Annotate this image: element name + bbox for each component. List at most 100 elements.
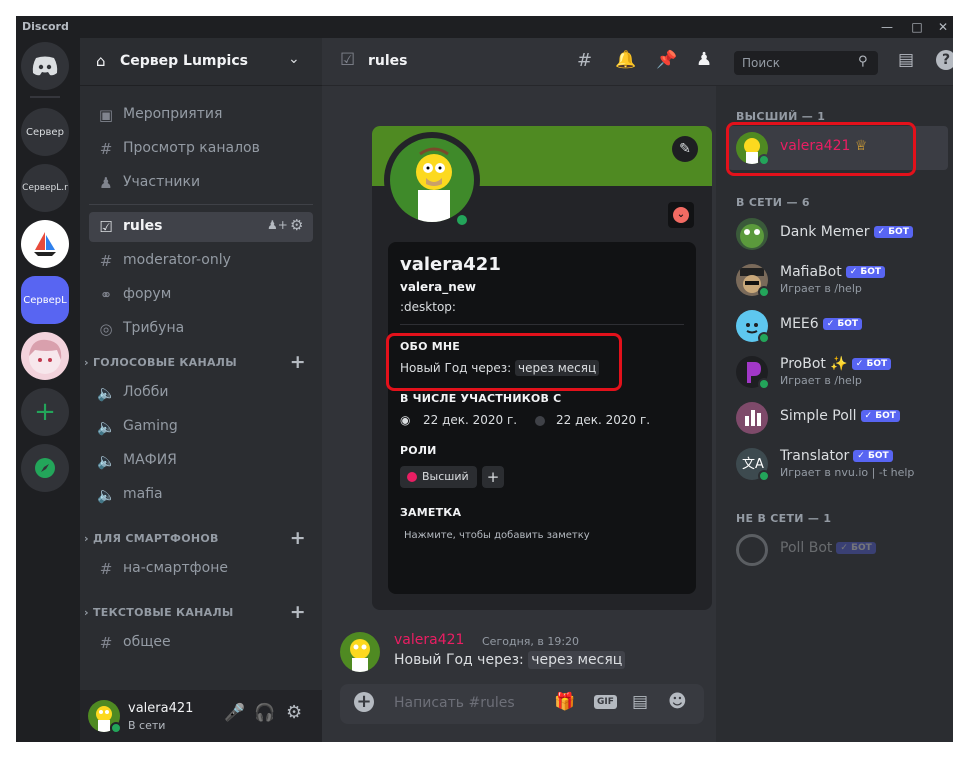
avatar <box>736 534 768 566</box>
role-pill[interactable]: Высший <box>400 466 477 488</box>
category-phones[interactable]: › ДЛЯ СМАРТФОНОВ + <box>84 527 314 550</box>
user-panel: valera421 В сети 🎤 🎧 ⚙ <box>80 690 322 742</box>
member-item-simple-poll[interactable]: Simple Poll ✓ БОТ <box>728 396 948 440</box>
emoji-icon[interactable]: ☻ <box>668 691 687 712</box>
chevron-down-icon: ⌄ <box>673 207 689 223</box>
channel-sidebar: ⌂ Сервер Lumpics ⌄ ▣ Мероприятия # Просмот… <box>80 38 322 742</box>
speaker-icon: 🔈 <box>97 452 116 470</box>
chevron-icon: › <box>84 532 89 545</box>
discord-logo-icon <box>32 56 58 76</box>
edit-profile-icon[interactable]: ✎ <box>672 136 698 162</box>
gear-icon[interactable]: ⚙ <box>290 216 303 234</box>
online-status-dot <box>110 722 122 734</box>
server-join-date: 22 дек. 2020 г. <box>556 413 651 427</box>
online-status-dot <box>758 378 770 390</box>
microphone-icon[interactable]: 🎤 <box>224 703 245 723</box>
bot-badge: ✓ БОТ <box>853 450 893 462</box>
member-item-translator[interactable]: 文A Translator ✓ БОТ Играет в nvu.io | -t … <box>728 442 948 486</box>
online-status-dot <box>758 332 770 344</box>
member-item-mafiabot[interactable]: MafiaBot ✓ БОТ Играет в /help <box>728 258 948 302</box>
voice-channel-lobby[interactable]: 🔈 Лобби <box>89 378 313 408</box>
channel-moderator-only[interactable]: # moderator-only <box>89 246 313 276</box>
member-item-poll-bot[interactable]: Poll Bot ✓ БОТ <box>728 528 948 572</box>
search-input[interactable]: Поиск ⚲ <box>734 51 878 75</box>
member-name: Dank Memer ✓ БОТ <box>780 224 913 240</box>
rules-icon: ☑ <box>99 218 113 236</box>
channel-forum[interactable]: ⚭ форум <box>89 280 313 310</box>
user-status: В сети <box>128 719 166 732</box>
search-icon: ⚲ <box>858 54 868 69</box>
composer-placeholder[interactable]: Написать #rules <box>394 695 515 711</box>
member-item-probot[interactable]: ProBot ✨ ✓ БОТ Играет в /help <box>728 350 948 394</box>
category-text[interactable]: › ТЕКСТОВЫЕ КАНАЛЫ + <box>84 601 314 624</box>
stage-icon: ◎ <box>99 320 113 338</box>
chevron-down-icon[interactable]: ⌄ <box>288 51 300 67</box>
channel-rules[interactable]: ☑ rules ♟+ ⚙ <box>89 212 313 242</box>
speaker-icon: 🔈 <box>97 384 116 402</box>
server-icon-active[interactable]: СерверL <box>21 276 69 324</box>
gif-icon[interactable]: GIF <box>594 695 617 709</box>
sticker-icon[interactable]: ▤ <box>632 692 648 712</box>
member-item-mee6[interactable]: MEE6 ✓ БОТ <box>728 304 948 348</box>
sailboat-icon <box>34 232 56 256</box>
profile-avatar[interactable] <box>390 138 474 222</box>
server-icon-2[interactable]: СерверL.r <box>21 164 69 212</box>
bot-badge: ✓ БОТ <box>822 318 863 330</box>
category-voice[interactable]: › ГОЛОСОВЫЕ КАНАЛЫ + <box>84 351 314 374</box>
discord-home-button[interactable] <box>21 42 69 90</box>
voice-channel-gaming[interactable]: 🔈 Gaming <box>89 412 313 442</box>
add-server-icon[interactable]: + <box>21 388 69 436</box>
channel-stage[interactable]: ◎ Трибуна <box>89 314 313 344</box>
server-icon-boat[interactable] <box>21 220 69 268</box>
avatar <box>736 218 768 250</box>
rules-icon: ☑ <box>340 50 356 70</box>
close-icon[interactable]: ✕ <box>933 18 953 36</box>
member-list-icon[interactable]: ♟ <box>696 49 712 70</box>
add-channel-icon[interactable]: + <box>290 601 306 623</box>
sidebar-item-events[interactable]: ▣ Мероприятия <box>89 100 313 130</box>
member-item-dank-memer[interactable]: Dank Memer ✓ БОТ <box>728 212 948 256</box>
nitro-badge[interactable]: ⌄ <box>668 202 694 228</box>
message-highlight: через месяц <box>528 651 626 669</box>
server-icon-anime[interactable] <box>21 332 69 380</box>
add-channel-icon[interactable]: + <box>290 351 306 373</box>
message-composer[interactable]: + Написать #rules 🎁 GIF ▤ ☻ <box>340 684 704 724</box>
server-home-icon: ⌂ <box>96 52 106 70</box>
minimize-icon[interactable]: — <box>877 18 897 36</box>
profile-divider <box>400 324 684 325</box>
inbox-icon[interactable]: ▤ <box>898 50 914 70</box>
user-settings-icon[interactable]: ⚙ <box>286 702 302 723</box>
sidebar-item-browse-channels[interactable]: # Просмотр каналов <box>89 134 313 164</box>
channel-obshchee[interactable]: # общее <box>89 628 313 658</box>
bell-icon[interactable]: 🔔 <box>615 50 636 70</box>
message-content: Новый Год через: через месяц <box>394 651 626 669</box>
help-icon[interactable]: ? <box>936 50 953 70</box>
homer-avatar-icon <box>350 639 370 672</box>
chevron-icon: › <box>84 606 89 619</box>
invite-icon[interactable]: ♟+ <box>267 218 288 232</box>
sidebar-item-members[interactable]: ♟ Участники <box>89 168 313 198</box>
add-channel-icon[interactable]: + <box>290 527 306 549</box>
server-list: Сервер СерверL.r СерверL + <box>16 38 80 742</box>
channel-header: ☑ rules # 🔔 📌 ♟ Поиск ⚲ ▤ ? <box>322 38 953 86</box>
server-icon-1[interactable]: Сервер <box>21 108 69 156</box>
threads-icon[interactable]: # <box>577 50 592 71</box>
note-input[interactable]: Нажмите, чтобы добавить заметку <box>404 530 590 541</box>
gift-icon[interactable]: 🎁 <box>554 692 575 712</box>
explore-servers-icon[interactable] <box>21 444 69 492</box>
message-author[interactable]: valera421 <box>394 632 464 648</box>
online-status-dot <box>758 470 770 482</box>
headphones-icon[interactable]: 🎧 <box>254 703 275 723</box>
pin-icon[interactable]: 📌 <box>656 50 677 70</box>
message-avatar[interactable] <box>340 632 380 672</box>
add-role-button[interactable]: + <box>482 466 504 488</box>
maximize-icon[interactable]: □ <box>907 18 927 36</box>
server-header[interactable]: ⌂ Сервер Lumpics ⌄ <box>80 38 322 86</box>
bot-badge: ✓ БОТ <box>873 226 913 238</box>
anime-avatar-icon <box>29 339 62 374</box>
members-icon: ♟ <box>99 174 113 192</box>
voice-channel-mafia-ru[interactable]: 🔈 МАФИЯ <box>89 446 313 476</box>
channel-na-smartfone[interactable]: # на-смартфоне <box>89 554 313 584</box>
voice-channel-mafia[interactable]: 🔈 mafia <box>89 480 313 510</box>
attach-plus-icon[interactable]: + <box>354 692 374 712</box>
